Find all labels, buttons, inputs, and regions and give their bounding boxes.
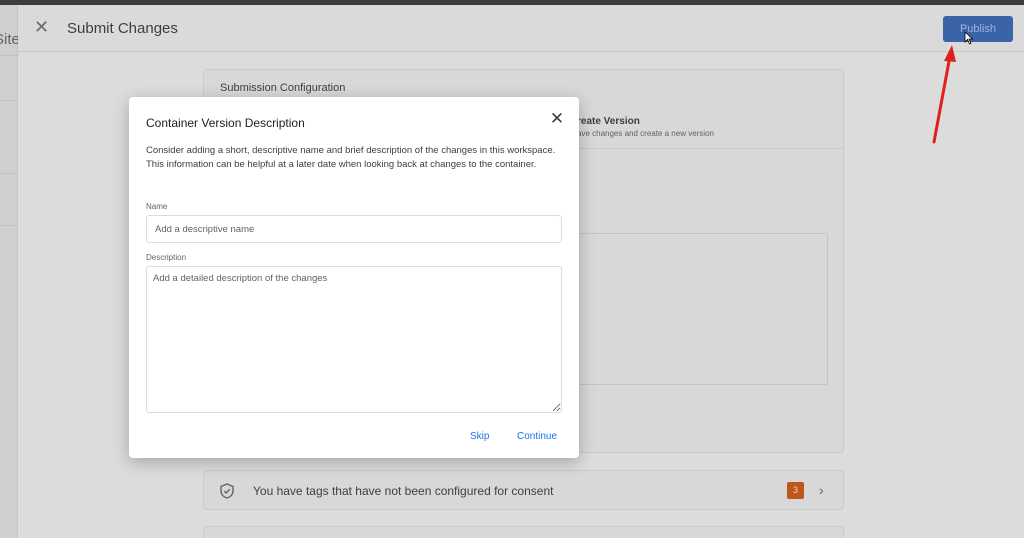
page-title: Submit Changes	[67, 20, 178, 37]
sidebar-divider	[0, 100, 18, 101]
name-input[interactable]	[146, 215, 562, 243]
sidebar-divider	[0, 173, 18, 174]
container-version-dialog: Container Version Description ✕ Consider…	[129, 97, 579, 458]
sidebar-divider	[0, 55, 18, 56]
dialog-title: Container Version Description	[146, 116, 305, 130]
sidebar-divider	[0, 225, 18, 226]
consent-warning-row[interactable]: You have tags that have not been configu…	[203, 470, 844, 510]
continue-button[interactable]: Continue	[517, 431, 557, 442]
mouse-cursor-icon	[964, 31, 974, 45]
sidebar-site-label: Site	[0, 31, 20, 48]
consent-warning-text: You have tags that have not been configu…	[253, 484, 554, 498]
create-version-option-title[interactable]: reate Version	[577, 116, 640, 127]
name-label: Name	[146, 202, 168, 211]
create-version-option-subtitle: ave changes and create a new version	[577, 129, 714, 138]
background-textarea	[548, 233, 828, 385]
red-arrow-annotation	[932, 45, 956, 144]
close-icon[interactable]: ✕	[34, 17, 49, 37]
next-card	[203, 526, 844, 538]
chevron-right-icon[interactable]: ›	[819, 482, 824, 498]
submission-config-title: Submission Configuration	[220, 82, 346, 94]
description-textarea[interactable]	[146, 266, 562, 413]
sidebar: Site	[0, 5, 20, 538]
consent-count-badge: 3	[787, 482, 804, 499]
publish-button[interactable]: Publish	[943, 16, 1013, 42]
dialog-description: Consider adding a short, descriptive nam…	[146, 145, 556, 170]
description-label: Description	[146, 253, 187, 262]
page-header: ✕ Submit Changes	[18, 5, 1024, 52]
shield-icon	[220, 483, 234, 499]
close-icon[interactable]: ✕	[549, 110, 565, 128]
skip-button[interactable]: Skip	[470, 431, 489, 442]
